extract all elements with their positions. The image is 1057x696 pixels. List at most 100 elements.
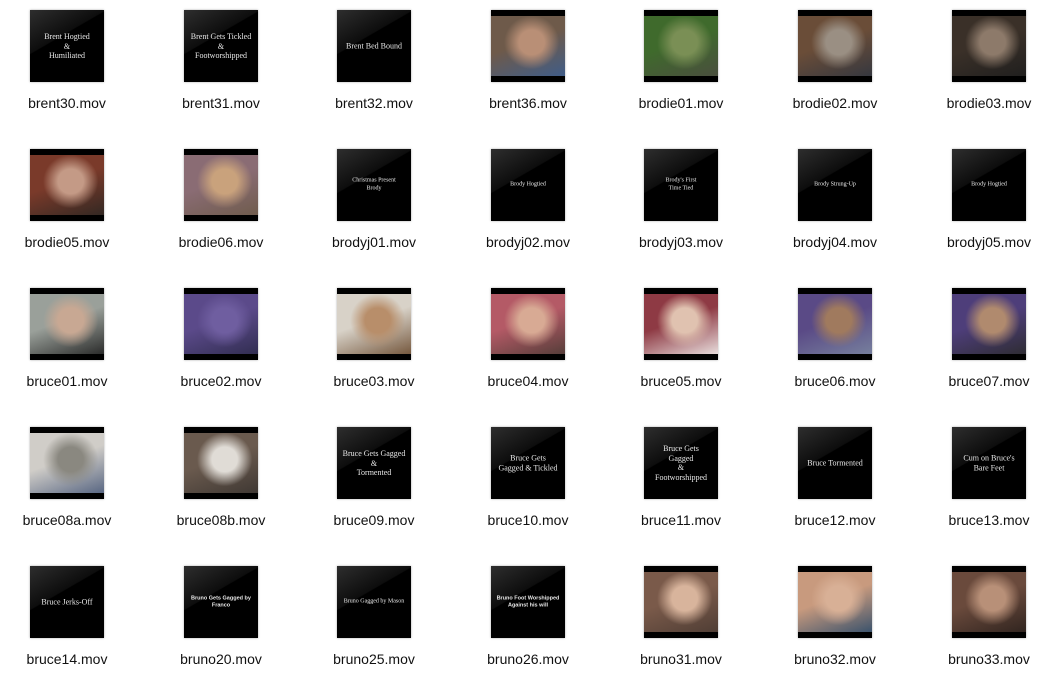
file-item[interactable]: Brent Gets Tickled & Footworshipped brent… bbox=[146, 10, 296, 140]
file-name-label[interactable]: bruce14.mov bbox=[0, 651, 142, 667]
file-item[interactable]: bruno31.mov bbox=[606, 566, 756, 696]
file-item[interactable]: brodie02.mov bbox=[760, 10, 910, 140]
video-thumbnail-frame[interactable] bbox=[644, 566, 718, 638]
file-name-label[interactable]: bruce03.mov bbox=[299, 373, 449, 389]
video-thumbnail-frame[interactable] bbox=[30, 427, 104, 499]
file-item[interactable]: Bruce Gets Gagged & Tormented bruce09.mov bbox=[299, 427, 449, 557]
file-item[interactable]: bruno33.mov bbox=[914, 566, 1057, 696]
file-name-label[interactable]: brent32.mov bbox=[299, 95, 449, 111]
video-thumbnail-frame[interactable] bbox=[798, 288, 872, 360]
file-item[interactable]: Bruce Jerks-Off bruce14.mov bbox=[0, 566, 142, 696]
file-name-label[interactable]: bruce13.mov bbox=[914, 512, 1057, 528]
file-item[interactable]: bruce05.mov bbox=[606, 288, 756, 418]
file-item[interactable]: bruce02.mov bbox=[146, 288, 296, 418]
video-thumbnail-title-card[interactable]: Brody's First Time Tied bbox=[644, 149, 718, 221]
file-name-label[interactable]: bruce08a.mov bbox=[0, 512, 142, 528]
file-item[interactable]: brodie06.mov bbox=[146, 149, 296, 279]
file-name-label[interactable]: bruce06.mov bbox=[760, 373, 910, 389]
file-name-label[interactable]: bruce04.mov bbox=[453, 373, 603, 389]
file-name-label[interactable]: bruce10.mov bbox=[453, 512, 603, 528]
file-name-label[interactable]: bruno20.mov bbox=[146, 651, 296, 667]
video-thumbnail-title-card[interactable]: Brent Gets Tickled & Footworshipped bbox=[184, 10, 258, 82]
file-name-label[interactable]: brent31.mov bbox=[146, 95, 296, 111]
file-item[interactable]: Brody Hogtied brodyj05.mov bbox=[914, 149, 1057, 279]
file-item[interactable]: Christmas Present Brody brodyj01.mov bbox=[299, 149, 449, 279]
video-thumbnail-title-card[interactable]: Bruce Gets Gagged & Footworshipped bbox=[644, 427, 718, 499]
video-thumbnail-frame[interactable] bbox=[30, 149, 104, 221]
file-name-label[interactable]: bruce02.mov bbox=[146, 373, 296, 389]
file-item[interactable]: bruno32.mov bbox=[760, 566, 910, 696]
video-thumbnail-frame[interactable] bbox=[798, 10, 872, 82]
file-name-label[interactable]: brodie01.mov bbox=[606, 95, 756, 111]
video-thumbnail-frame[interactable] bbox=[952, 566, 1026, 638]
file-name-label[interactable]: bruce12.mov bbox=[760, 512, 910, 528]
video-thumbnail-title-card[interactable]: Bruce Tormented bbox=[798, 427, 872, 499]
file-name-label[interactable]: brodyj03.mov bbox=[606, 234, 756, 250]
file-item[interactable]: Brody Strung-Up brodyj04.mov bbox=[760, 149, 910, 279]
file-name-label[interactable]: brodie06.mov bbox=[146, 234, 296, 250]
file-name-label[interactable]: bruno25.mov bbox=[299, 651, 449, 667]
file-name-label[interactable]: brodie02.mov bbox=[760, 95, 910, 111]
file-item[interactable]: Bruno Foot Worshipped Against his will br… bbox=[453, 566, 603, 696]
video-thumbnail-frame[interactable] bbox=[491, 288, 565, 360]
video-thumbnail-title-card[interactable]: Bruce Gets Gagged & Tickled bbox=[491, 427, 565, 499]
video-thumbnail-frame[interactable] bbox=[337, 288, 411, 360]
video-thumbnail-frame[interactable] bbox=[491, 10, 565, 82]
file-name-label[interactable]: brent30.mov bbox=[0, 95, 142, 111]
video-thumbnail-title-card[interactable]: Bruce Gets Gagged & Tormented bbox=[337, 427, 411, 499]
file-name-label[interactable]: bruce05.mov bbox=[606, 373, 756, 389]
file-name-label[interactable]: bruce11.mov bbox=[606, 512, 756, 528]
file-item[interactable]: bruce03.mov bbox=[299, 288, 449, 418]
file-item[interactable]: Bruce Tormented bruce12.mov bbox=[760, 427, 910, 557]
file-name-label[interactable]: brodyj04.mov bbox=[760, 234, 910, 250]
video-thumbnail-frame[interactable] bbox=[184, 149, 258, 221]
file-name-label[interactable]: bruno31.mov bbox=[606, 651, 756, 667]
file-item[interactable]: bruce01.mov bbox=[0, 288, 142, 418]
file-item[interactable]: Bruce Gets Gagged & Tickled bruce10.mov bbox=[453, 427, 603, 557]
video-thumbnail-title-card[interactable]: Brody Hogtied bbox=[491, 149, 565, 221]
video-thumbnail-title-card[interactable]: Brody Strung-Up bbox=[798, 149, 872, 221]
file-name-label[interactable]: bruce07.mov bbox=[914, 373, 1057, 389]
video-thumbnail-title-card[interactable]: Brent Bed Bound bbox=[337, 10, 411, 82]
file-item[interactable]: Cum on Bruce's Bare Feet bruce13.mov bbox=[914, 427, 1057, 557]
video-thumbnail-title-card[interactable]: Bruce Jerks-Off bbox=[30, 566, 104, 638]
video-thumbnail-title-card[interactable]: Brent Hogtied & Humiliated bbox=[30, 10, 104, 82]
file-item[interactable]: brodie03.mov bbox=[914, 10, 1057, 140]
file-item[interactable]: Brent Hogtied & Humiliated brent30.mov bbox=[0, 10, 142, 140]
video-thumbnail-frame[interactable] bbox=[184, 427, 258, 499]
file-name-label[interactable]: brodie05.mov bbox=[0, 234, 142, 250]
file-name-label[interactable]: brodyj05.mov bbox=[914, 234, 1057, 250]
file-item[interactable]: Bruce Gets Gagged & Footworshipped bruce1… bbox=[606, 427, 756, 557]
file-item[interactable]: brodie05.mov bbox=[0, 149, 142, 279]
file-item[interactable]: Brody Hogtied brodyj02.mov bbox=[453, 149, 603, 279]
video-thumbnail-title-card[interactable]: Brody Hogtied bbox=[952, 149, 1026, 221]
file-item[interactable]: brodie01.mov bbox=[606, 10, 756, 140]
file-item[interactable]: Brody's First Time Tied brodyj03.mov bbox=[606, 149, 756, 279]
file-name-label[interactable]: brent36.mov bbox=[453, 95, 603, 111]
file-item[interactable]: bruce08a.mov bbox=[0, 427, 142, 557]
file-name-label[interactable]: brodyj01.mov bbox=[299, 234, 449, 250]
file-item[interactable]: bruce06.mov bbox=[760, 288, 910, 418]
file-name-label[interactable]: bruce08b.mov bbox=[146, 512, 296, 528]
file-item[interactable]: bruce08b.mov bbox=[146, 427, 296, 557]
video-thumbnail-title-card[interactable]: Cum on Bruce's Bare Feet bbox=[952, 427, 1026, 499]
file-name-label[interactable]: bruce01.mov bbox=[0, 373, 142, 389]
video-thumbnail-frame[interactable] bbox=[644, 288, 718, 360]
video-thumbnail-title-card[interactable]: Christmas Present Brody bbox=[337, 149, 411, 221]
file-item[interactable]: bruce04.mov bbox=[453, 288, 603, 418]
file-item[interactable]: Bruno Gets Gagged by Franco bruno20.mov bbox=[146, 566, 296, 696]
video-thumbnail-frame[interactable] bbox=[952, 10, 1026, 82]
video-thumbnail-title-card[interactable]: Bruno Gets Gagged by Franco bbox=[184, 566, 258, 638]
video-thumbnail-frame[interactable] bbox=[30, 288, 104, 360]
file-item[interactable]: Brent Bed Bound brent32.mov bbox=[299, 10, 449, 140]
video-thumbnail-title-card[interactable]: Bruno Foot Worshipped Against his will bbox=[491, 566, 565, 638]
file-name-label[interactable]: bruno33.mov bbox=[914, 651, 1057, 667]
file-item[interactable]: bruce07.mov bbox=[914, 288, 1057, 418]
file-item[interactable]: brent36.mov bbox=[453, 10, 603, 140]
video-thumbnail-frame[interactable] bbox=[952, 288, 1026, 360]
video-thumbnail-title-card[interactable]: Bruno Gagged by Mason bbox=[337, 566, 411, 638]
file-name-label[interactable]: brodyj02.mov bbox=[453, 234, 603, 250]
file-name-label[interactable]: bruce09.mov bbox=[299, 512, 449, 528]
video-thumbnail-frame[interactable] bbox=[184, 288, 258, 360]
video-thumbnail-frame[interactable] bbox=[798, 566, 872, 638]
